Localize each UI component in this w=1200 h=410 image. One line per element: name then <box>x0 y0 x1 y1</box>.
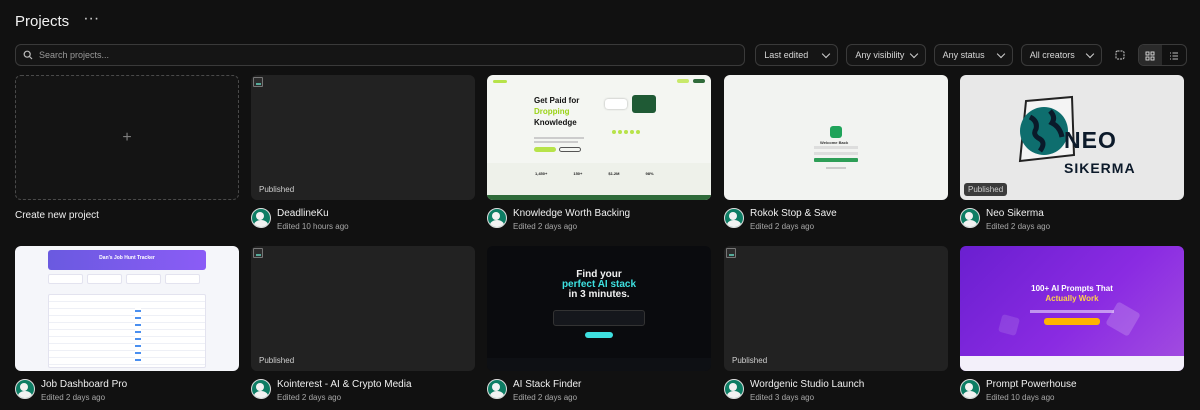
sort-dropdown[interactable]: Last edited <box>755 44 839 66</box>
project-name[interactable]: Kointerest - AI & Crypto Media <box>277 379 412 391</box>
list-icon <box>1170 52 1179 60</box>
project-thumbnail[interactable]: Get Paid for Dropping Knowledge 1,450+ 1… <box>487 75 711 200</box>
avatar <box>251 379 271 399</box>
project-name[interactable]: Prompt Powerhouse <box>986 379 1077 391</box>
edited-time: Edited 3 days ago <box>750 393 815 402</box>
page-header: Projects ··· <box>15 9 99 33</box>
preview-kpis <box>48 274 200 284</box>
create-project-card[interactable]: + Create new project <box>15 75 239 221</box>
logo-text-neo: NEO <box>1064 127 1117 153</box>
logo-text-sikerma: SIKERMA <box>1064 160 1136 176</box>
project-card[interactable]: NEO SIKERMA Published Neo Sikerma Edited… <box>960 75 1184 231</box>
preview-dots <box>612 130 640 134</box>
avatar <box>960 208 980 228</box>
project-thumbnail[interactable]: Find your perfect AI stack in 3 minutes. <box>487 246 711 371</box>
create-project-label: Create new project <box>15 210 99 221</box>
project-name[interactable]: AI Stack Finder <box>513 379 581 391</box>
project-card[interactable]: Dan's Job Hunt Tracker Job Dashboard Pro… <box>15 246 239 402</box>
search-box[interactable] <box>15 44 746 66</box>
avatar <box>724 379 744 399</box>
list-view-button[interactable] <box>1162 45 1186 65</box>
toolbar: Last edited Any visibility Any status Al… <box>15 44 1187 66</box>
broken-image-icon <box>253 77 263 87</box>
edited-time: Edited 2 days ago <box>41 393 106 402</box>
project-thumbnail[interactable]: 100+ AI Prompts That Actually Work <box>960 246 1184 371</box>
avatar <box>487 379 507 399</box>
project-thumbnail[interactable]: Dan's Job Hunt Tracker <box>15 246 239 371</box>
status-badge: Published <box>964 183 1008 196</box>
avatar <box>251 208 271 228</box>
chevron-down-icon <box>822 49 831 58</box>
search-input[interactable] <box>39 50 745 60</box>
preview-banner: Dan's Job Hunt Tracker <box>48 250 206 270</box>
edited-time: Edited 10 hours ago <box>277 222 349 231</box>
preview-stats: 1,450+ 150+ $1.2M 98% <box>535 171 654 176</box>
grid-icon <box>1146 51 1155 61</box>
creators-dropdown-label: All creators <box>1029 50 1075 60</box>
status-badge: Published <box>259 356 295 365</box>
project-thumbnail[interactable]: Published <box>251 75 475 200</box>
create-project-tile[interactable]: + <box>15 75 239 200</box>
status-dropdown-label: Any status <box>942 50 985 60</box>
plus-icon: + <box>122 128 132 146</box>
status-badge: Published <box>259 185 295 194</box>
sort-dropdown-label: Last edited <box>764 50 809 60</box>
search-icon <box>23 50 33 60</box>
status-badge: Published <box>732 356 768 365</box>
chevron-down-icon <box>909 49 918 58</box>
page-title: Projects <box>15 12 70 30</box>
project-name[interactable]: Neo Sikerma <box>986 208 1050 220</box>
preview-navbar <box>493 78 705 84</box>
edited-time: Edited 2 days ago <box>986 222 1051 231</box>
visibility-dropdown[interactable]: Any visibility <box>846 44 926 66</box>
project-thumbnail[interactable]: Published <box>724 246 948 371</box>
edited-time: Edited 2 days ago <box>513 222 578 231</box>
project-card[interactable]: Published DeadlineKu Edited 10 hours ago <box>251 75 475 231</box>
chevron-down-icon <box>1085 49 1095 58</box>
project-name[interactable]: Knowledge Worth Backing <box>513 208 630 220</box>
avatar <box>15 379 35 399</box>
project-card[interactable]: 100+ AI Prompts That Actually Work Promp… <box>960 246 1184 402</box>
project-card[interactable]: Published Wordgenic Studio Launch Edited… <box>724 246 948 402</box>
broken-image-icon <box>726 248 736 258</box>
preview-headline: Get Paid for Dropping Knowledge <box>534 96 580 127</box>
preview-headline: 100+ AI Prompts That Actually Work <box>1031 284 1113 303</box>
preview-heading: Welcome Back <box>820 140 849 145</box>
project-card[interactable]: Get Paid for Dropping Knowledge 1,450+ 1… <box>487 75 711 231</box>
project-thumbnail[interactable]: Published <box>251 246 475 371</box>
project-name[interactable]: Wordgenic Studio Launch <box>750 379 864 391</box>
creators-dropdown[interactable]: All creators <box>1020 44 1102 66</box>
project-name[interactable]: DeadlineKu <box>277 208 349 220</box>
select-mode-button[interactable] <box>1110 44 1130 66</box>
project-card[interactable]: Find your perfect AI stack in 3 minutes.… <box>487 246 711 402</box>
avatar <box>724 208 744 228</box>
select-square-icon <box>1115 50 1125 60</box>
project-name[interactable]: Rokok Stop & Save <box>750 208 837 220</box>
project-card[interactable]: Published Kointerest - AI & Crypto Media… <box>251 246 475 402</box>
edited-time: Edited 2 days ago <box>750 222 815 231</box>
preview-headline: Find your perfect AI stack in 3 minutes. <box>561 269 637 300</box>
project-name[interactable]: Job Dashboard Pro <box>41 379 127 391</box>
visibility-dropdown-label: Any visibility <box>855 50 905 60</box>
project-thumbnail[interactable]: Welcome Back <box>724 75 948 200</box>
project-thumbnail[interactable]: NEO SIKERMA Published <box>960 75 1184 200</box>
edited-time: Edited 2 days ago <box>513 393 578 402</box>
broken-image-icon <box>253 248 263 258</box>
avatar <box>487 208 507 228</box>
avatar <box>960 379 980 399</box>
view-toggle <box>1137 44 1187 66</box>
chevron-down-icon <box>996 49 1005 58</box>
edited-time: Edited 2 days ago <box>277 393 342 402</box>
status-dropdown[interactable]: Any status <box>933 44 1013 66</box>
grid-view-button[interactable] <box>1138 45 1163 65</box>
more-horizontal-icon[interactable]: ··· <box>83 11 99 28</box>
project-card[interactable]: Welcome Back Rokok Stop & Save Edited 2 … <box>724 75 948 231</box>
edited-time: Edited 10 days ago <box>986 393 1055 402</box>
